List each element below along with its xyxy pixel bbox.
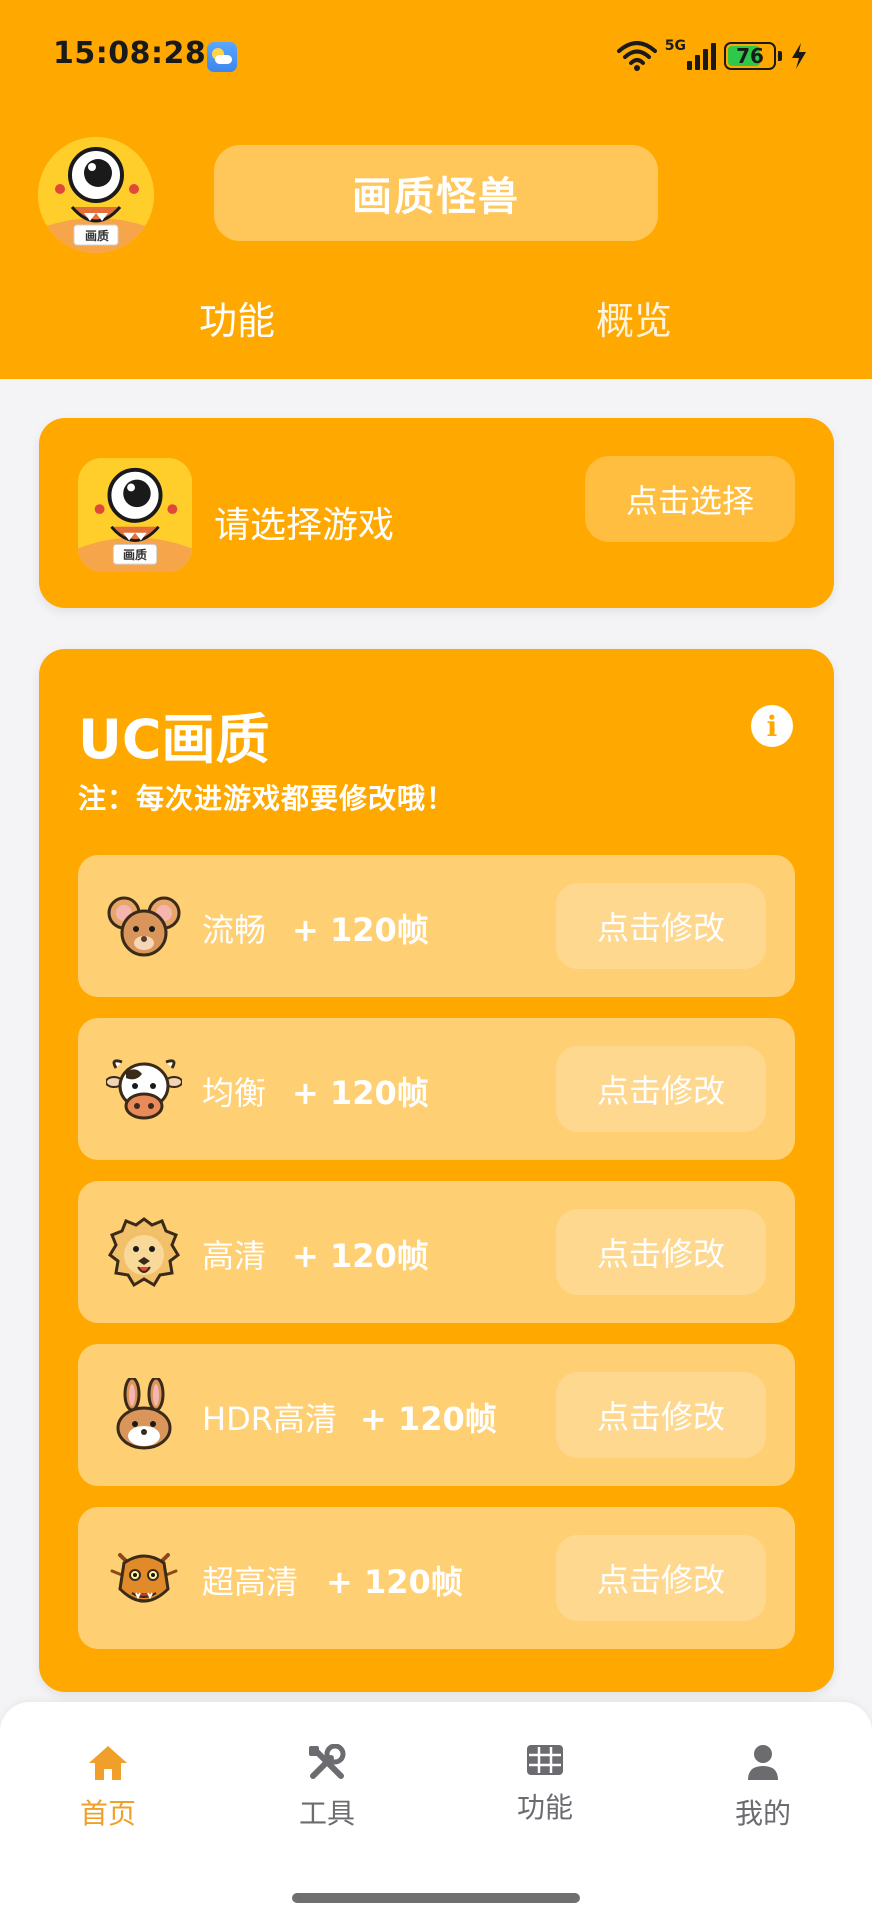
nav-label: 我的	[734, 1797, 791, 1830]
info-icon[interactable]: i	[751, 705, 793, 747]
network-type-label: 5G	[664, 38, 686, 54]
header: 15:08:28 5G 76 画质 画质怪兽 功能 概览	[0, 0, 872, 379]
modify-button[interactable]: 点击修改	[556, 1209, 766, 1295]
game-icon: 画质	[78, 458, 192, 572]
select-game-prompt: 请选择游戏	[214, 505, 395, 546]
game-select-card: 画质 请选择游戏 点击选择	[39, 418, 834, 608]
uc-card-note: 注：每次进游戏都要修改哦！	[78, 782, 456, 815]
grid-icon	[527, 1745, 563, 1775]
status-bar: 15:08:28 5G 76	[0, 0, 872, 110]
modify-button[interactable]: 点击修改	[556, 1046, 766, 1132]
nav-label: 工具	[298, 1797, 355, 1830]
option-fps: + 120帧	[292, 1237, 429, 1275]
modify-button[interactable]: 点击修改	[556, 1535, 766, 1621]
option-name: HDR高清	[202, 1400, 337, 1438]
option-fps: + 120帧	[326, 1563, 463, 1601]
charging-bolt-icon	[790, 42, 808, 70]
status-icons: 5G 76	[616, 38, 808, 74]
rabbit-icon	[116, 1378, 172, 1450]
option-name: 高清	[202, 1237, 267, 1275]
game-icon-badge-text: 画质	[122, 548, 147, 562]
battery-cap	[778, 51, 782, 61]
nav-label: 首页	[79, 1797, 136, 1830]
avatar[interactable]: 画质	[38, 137, 154, 253]
option-fps: + 120帧	[292, 1074, 429, 1112]
option-fps: + 120帧	[360, 1400, 497, 1438]
nav-item-features[interactable]: 功能	[475, 1744, 615, 1854]
modify-button[interactable]: 点击修改	[556, 1372, 766, 1458]
home-indicator[interactable]	[292, 1893, 580, 1903]
option-name: 超高清	[202, 1563, 299, 1601]
option-fps: + 120帧	[292, 911, 429, 949]
tab-features[interactable]: 功能	[199, 290, 275, 345]
option-name: 均衡	[202, 1074, 267, 1112]
tab-overview[interactable]: 概览	[596, 290, 672, 345]
nav-item-home[interactable]: 首页	[38, 1744, 178, 1854]
uc-card-title: UC画质	[78, 708, 270, 771]
nav-item-tools[interactable]: 工具	[257, 1744, 397, 1854]
person-icon	[748, 1745, 778, 1780]
modify-button[interactable]: 点击修改	[556, 883, 766, 969]
signal-icon	[686, 41, 716, 71]
quality-option-balanced: 均衡 + 120帧 点击修改	[78, 1018, 795, 1160]
avatar-badge-text: 画质	[84, 229, 109, 243]
battery-icon: 76	[724, 42, 776, 70]
quality-option-smooth: 流畅 + 120帧 点击修改	[78, 855, 795, 997]
weather-icon	[207, 42, 237, 72]
bottom-nav: 首页 工具 功能 我的	[0, 1702, 872, 1920]
quality-option-hdr: HDR高清 + 120帧 点击修改	[78, 1344, 795, 1486]
nav-label: 功能	[516, 1791, 573, 1824]
home-icon	[89, 1746, 127, 1780]
app-title: 画质怪兽	[214, 145, 658, 241]
battery-percent: 76	[736, 44, 764, 68]
cow-icon	[106, 1059, 182, 1120]
nav-item-profile[interactable]: 我的	[693, 1744, 833, 1854]
quality-option-ultra-hd: 超高清 + 120帧 点击修改	[78, 1507, 795, 1649]
uc-quality-card: UC画质 i 注：每次进游戏都要修改哦！ 流畅 + 120帧 点击修改 均衡 +…	[39, 649, 834, 1692]
mouse-icon	[107, 896, 181, 957]
option-name: 流畅	[202, 911, 267, 949]
tools-icon	[309, 1744, 346, 1779]
tiger-icon	[108, 1217, 180, 1288]
status-time: 15:08:28	[53, 36, 207, 71]
select-game-button[interactable]: 点击选择	[585, 456, 795, 542]
dragon-icon	[110, 1553, 178, 1603]
wifi-icon	[616, 41, 657, 71]
quality-option-hd: 高清 + 120帧 点击修改	[78, 1181, 795, 1323]
